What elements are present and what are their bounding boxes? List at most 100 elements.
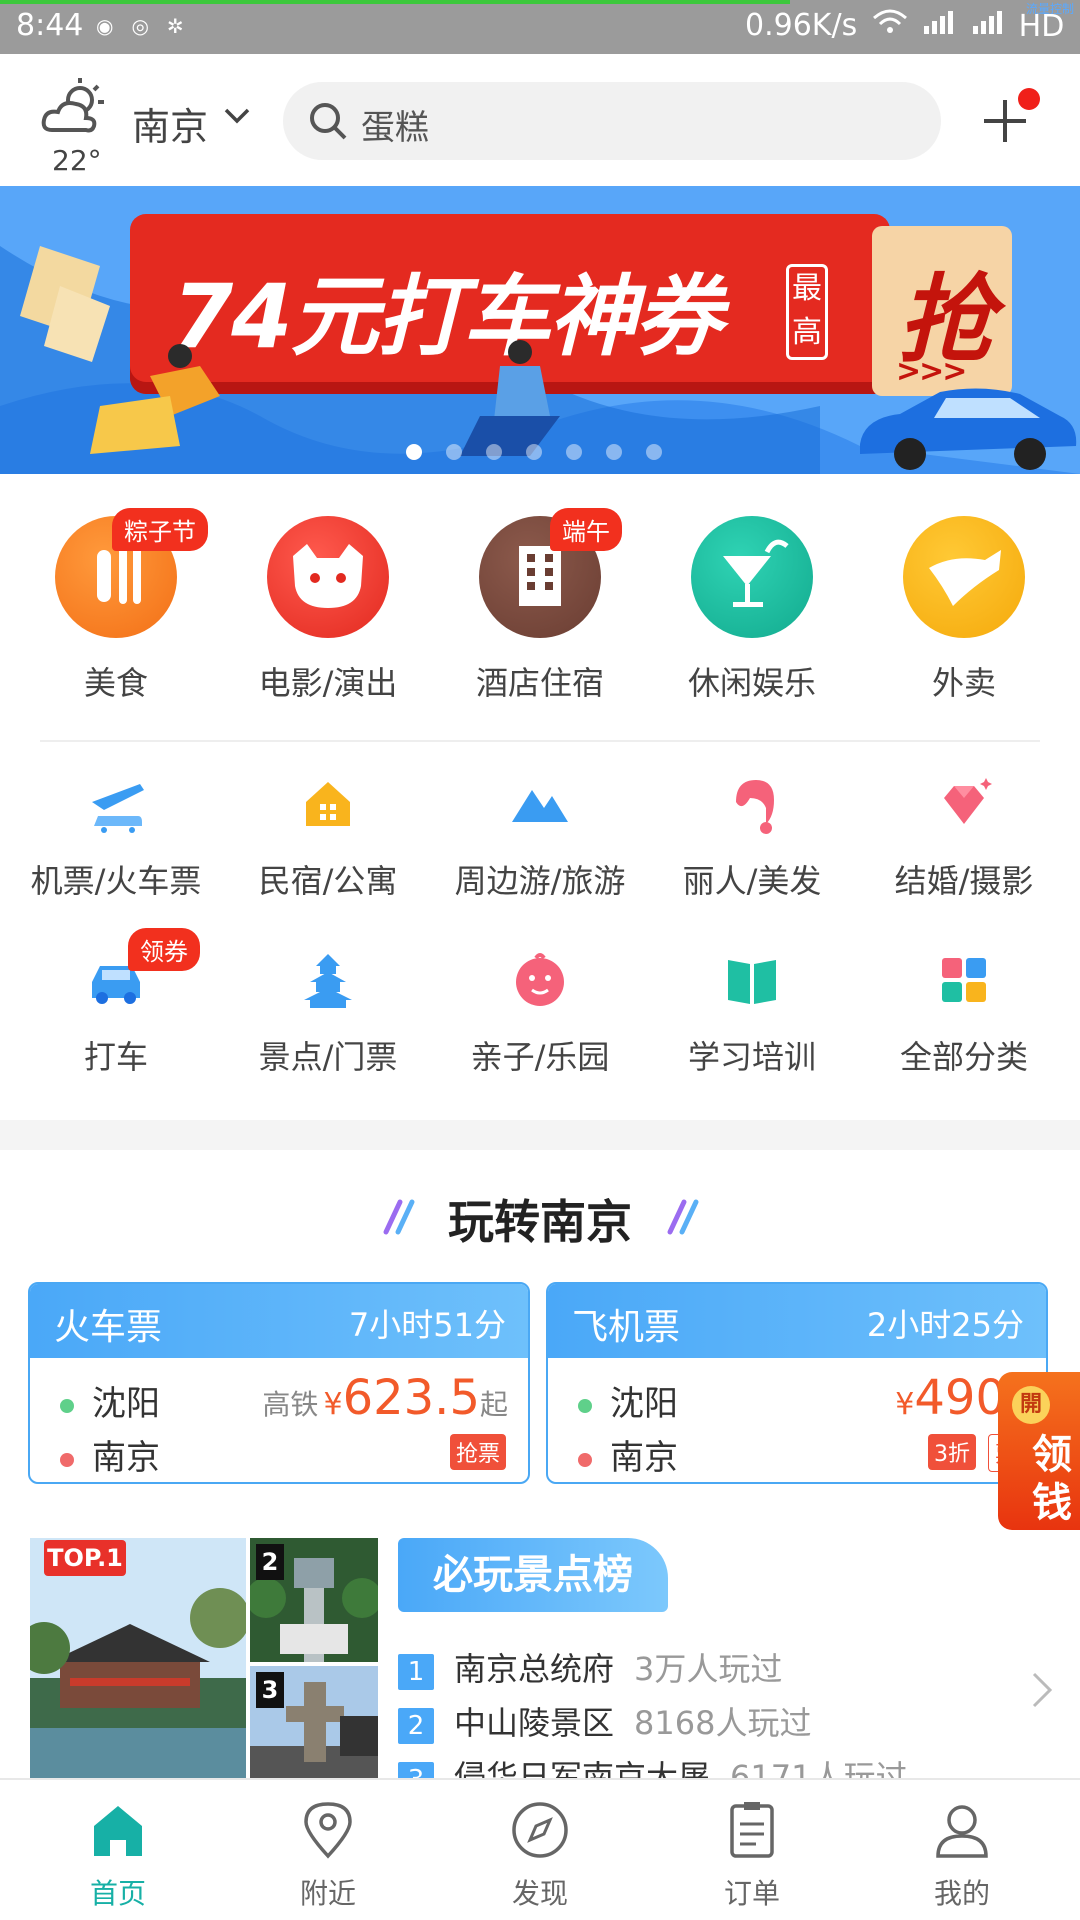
status-corner-text: 流量控制	[1025, 2, 1074, 16]
category-wedding[interactable]: 结婚/摄影	[858, 772, 1070, 902]
car-illustration	[860, 388, 1077, 470]
divider	[40, 740, 1040, 742]
ranking-item[interactable]: 1 南京总统府 3万人玩过	[398, 1644, 782, 1690]
signal-icon	[923, 11, 953, 34]
nav-orders[interactable]: 订单	[644, 1800, 860, 1912]
attraction-name: 中山陵景区	[454, 1704, 615, 1742]
status-time: 8:44	[16, 8, 84, 43]
attraction-name: 南京总统府	[454, 1650, 615, 1688]
category-leisure[interactable]: 休闲娱乐	[646, 516, 858, 704]
kid-face-icon	[516, 953, 564, 1006]
network-speed: 0.96K/s	[745, 8, 858, 43]
category-travel[interactable]: 周边游/旅游	[434, 772, 646, 902]
top-header: 22° 南京 蛋糕	[0, 54, 1080, 186]
visit-count: 3万人玩过	[634, 1650, 783, 1688]
city-selector[interactable]: 南京	[132, 96, 208, 151]
temperature: 22°	[52, 144, 102, 177]
notification-icons: ◉◎✲	[96, 14, 202, 38]
ticket-duration: 7小时51分	[348, 1306, 506, 1344]
ticket-title: 飞机票	[572, 1307, 681, 1348]
category-label: 电影/演出	[258, 664, 398, 702]
location-pin-icon	[304, 1802, 352, 1859]
ticket-header: 飞机票 2小时25分	[548, 1284, 1046, 1358]
category-kids[interactable]: 亲子/乐园	[434, 948, 646, 1078]
float-label: 钱	[1032, 1480, 1072, 1526]
rank-number: 2	[398, 1708, 434, 1744]
category-label: 民宿/公寓	[258, 862, 398, 900]
currency-symbol: ¥	[323, 1387, 343, 1422]
ticket-header: 火车票 7小时51分	[30, 1284, 528, 1358]
pagination-dot	[486, 444, 502, 460]
destination-row: 南京	[578, 1430, 678, 1479]
ticket-duration: 2小时25分	[866, 1306, 1024, 1344]
rank-number: 1	[398, 1654, 434, 1690]
banner-pagination	[406, 444, 686, 464]
ticket-price: ¥490	[895, 1370, 1006, 1426]
price-value: 490	[914, 1370, 1006, 1426]
category-attractions[interactable]: 景点/门票	[222, 948, 434, 1078]
chevron-down-icon[interactable]	[222, 106, 252, 126]
rank-number-tag: 3	[256, 1672, 284, 1708]
category-label: 酒店住宿	[475, 664, 604, 702]
slash-decoration-icon	[667, 1199, 699, 1235]
rank-number-tag: 2	[256, 1544, 284, 1580]
section-separator	[0, 1120, 1080, 1150]
price-suffix: 起	[479, 1388, 508, 1421]
category-education[interactable]: 学习培训	[646, 948, 858, 1078]
category-label: 全部分类	[899, 1038, 1028, 1076]
category-label: 外卖	[931, 664, 996, 702]
currency-symbol: ¥	[895, 1387, 915, 1422]
nav-label: 发现	[511, 1877, 568, 1910]
nav-profile[interactable]: 我的	[854, 1800, 1070, 1912]
destination-city: 南京	[92, 1438, 160, 1478]
category-label: 结婚/摄影	[894, 862, 1034, 900]
category-homestay[interactable]: 民宿/公寓	[222, 772, 434, 902]
search-bar[interactable]: 蛋糕	[283, 82, 941, 160]
book-icon	[728, 960, 776, 1004]
pagination-dot	[566, 444, 582, 460]
grab-ticket-badge[interactable]: 抢票	[449, 1434, 506, 1470]
visit-count: 8168人玩过	[634, 1704, 812, 1742]
ranking-title[interactable]: 必玩景点榜	[398, 1538, 668, 1612]
category-takeout[interactable]: 外卖	[858, 516, 1070, 704]
category-label: 打车	[83, 1038, 148, 1076]
search-icon	[310, 103, 347, 140]
woman-hair-icon	[736, 780, 774, 834]
search-placeholder: 蛋糕	[361, 108, 429, 148]
category-label: 亲子/乐园	[470, 1038, 610, 1076]
wifi-icon	[873, 9, 907, 33]
red-packet-float-button[interactable]: 開 领 钱	[998, 1372, 1080, 1530]
category-label: 学习培训	[687, 1038, 816, 1076]
coupon-tag: 领券	[128, 928, 200, 971]
nav-home[interactable]: 首页	[10, 1800, 226, 1912]
nav-label: 我的	[933, 1877, 990, 1910]
category-label: 景点/门票	[258, 1038, 398, 1076]
pagoda-icon	[304, 954, 352, 1008]
category-beauty[interactable]: 丽人/美发	[646, 772, 858, 902]
signal-icon-2	[973, 11, 1003, 34]
category-label: 休闲娱乐	[687, 664, 816, 702]
status-bar: 8:44 ◉◎✲ 0.96K/s HD 流量控制	[0, 0, 1080, 54]
category-all[interactable]: 全部分类	[858, 948, 1070, 1078]
destination-city: 南京	[610, 1438, 678, 1478]
nav-discover[interactable]: 发现	[432, 1800, 648, 1912]
category-flight-train[interactable]: 机票/火车票	[10, 772, 222, 902]
origin-city: 沈阳	[610, 1384, 678, 1424]
cloudy-sun-icon	[41, 78, 104, 133]
ranking-item[interactable]: 2 中山陵景区 8168人玩过	[398, 1698, 811, 1744]
category-label: 美食	[83, 664, 148, 702]
cat-icon	[267, 516, 389, 638]
pagination-dot	[446, 444, 462, 460]
flight-ticket-card[interactable]: 飞机票 2小时25分 沈阳 南京 ¥490 3折 票	[546, 1282, 1048, 1484]
kangaroo-icon	[903, 516, 1025, 638]
train-ticket-card[interactable]: 火车票 7小时51分 沈阳 南京 高铁 ¥623.5起 抢票	[28, 1282, 530, 1484]
grid-icon	[942, 958, 986, 1002]
nav-nearby[interactable]: 附近	[220, 1800, 436, 1912]
top-rank-tag: TOP.1	[44, 1540, 126, 1576]
order-list-icon	[730, 1802, 774, 1858]
promo-banner[interactable]: 74元打车神券 最高 抢 >>>	[0, 186, 1080, 474]
category-movie[interactable]: 电影/演出	[222, 516, 434, 704]
chevron-right-icon[interactable]	[1030, 1670, 1054, 1710]
origin-row: 沈阳	[578, 1376, 678, 1425]
festival-tag: 端午	[550, 508, 622, 551]
